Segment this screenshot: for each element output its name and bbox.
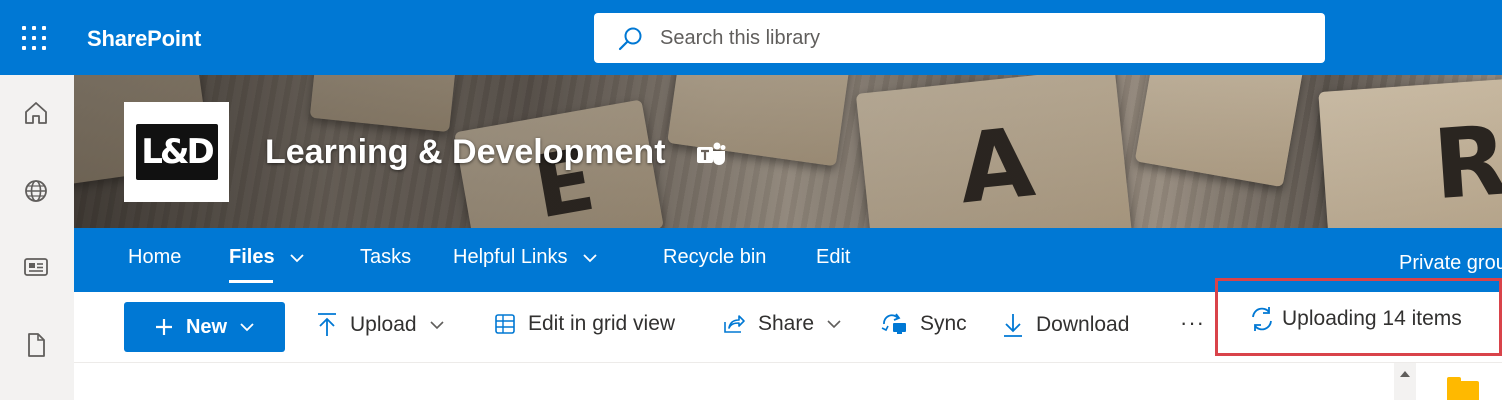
home-icon[interactable] [20,97,52,129]
site-title[interactable]: Learning & Development [265,133,666,172]
sync-button[interactable]: Sync [880,312,967,336]
search-box[interactable] [594,13,1325,63]
upload-icon [318,313,336,336]
nav-edit-label: Edit [816,246,851,268]
new-button-label: New [185,315,228,338]
chevron-down-icon[interactable] [289,253,305,263]
nav-home[interactable]: Home [128,246,181,269]
site-logo[interactable]: L&D [124,102,229,202]
nav-helpful-links[interactable]: Helpful Links [453,246,598,269]
nav-tasks[interactable]: Tasks [360,246,411,269]
nav-files[interactable]: Files [229,246,305,269]
chevron-down-icon [429,321,444,330]
app-name[interactable]: SharePoint [87,26,201,52]
suite-bar: SharePoint [0,0,1502,75]
left-rail [0,75,74,400]
news-icon[interactable] [20,251,52,283]
command-bar: New Upload Edit in grid view Share Sync … [74,278,1502,363]
edit-in-grid-view-button[interactable]: Edit in grid view [494,312,675,336]
nav-edit[interactable]: Edit [816,246,850,269]
nav-recycle-bin-label: Recycle bin [663,246,767,268]
upload-status-label: Uploading 14 items [1282,307,1462,330]
nav-helpful-links-label: Helpful Links [453,246,568,268]
nav-recycle-bin[interactable]: Recycle bin [663,246,766,269]
folder-icon[interactable] [1447,377,1479,400]
scroll-up-arrow-icon[interactable] [1400,371,1410,377]
sync-icon [881,313,906,334]
grid-icon [495,314,515,334]
download-label: Download [1036,313,1130,336]
globe-icon[interactable] [20,175,52,207]
teams-icon[interactable] [696,141,726,167]
upload-status-highlight: Uploading 14 items [1215,278,1502,356]
site-logo-mark: L&D [135,124,218,180]
edit-in-grid-view-label: Edit in grid view [528,312,676,335]
share-icon [724,315,745,333]
share-button[interactable]: Share [722,312,842,336]
vertical-scrollbar[interactable] [1394,363,1416,400]
plus-icon [155,319,172,335]
search-icon [618,27,642,51]
chevron-down-icon[interactable] [582,253,598,263]
refresh-icon [1252,307,1272,331]
chevron-down-icon [240,323,254,332]
upload-status[interactable]: Uploading 14 items [1248,305,1462,333]
nav-files-label: Files [229,246,275,268]
download-icon [1004,314,1022,337]
chevron-down-icon [827,320,841,329]
document-icon[interactable] [20,329,52,361]
privacy-label: Private group [1399,252,1502,274]
site-header-banner: E A R L&D Learning & Development [74,75,1502,228]
nav-home-label: Home [128,246,182,268]
nav-tasks-label: Tasks [360,246,412,268]
waffle-icon[interactable] [22,26,48,52]
sync-label: Sync [920,312,967,335]
more-actions-button[interactable]: ··· [1180,310,1205,336]
download-button[interactable]: Download [1002,312,1129,338]
upload-label: Upload [350,313,417,336]
document-library-content [74,363,1502,400]
upload-button[interactable]: Upload [316,312,445,338]
search-input[interactable] [660,23,1300,53]
share-label: Share [758,312,815,335]
new-button[interactable]: New [124,302,285,352]
active-tab-indicator [229,280,273,283]
